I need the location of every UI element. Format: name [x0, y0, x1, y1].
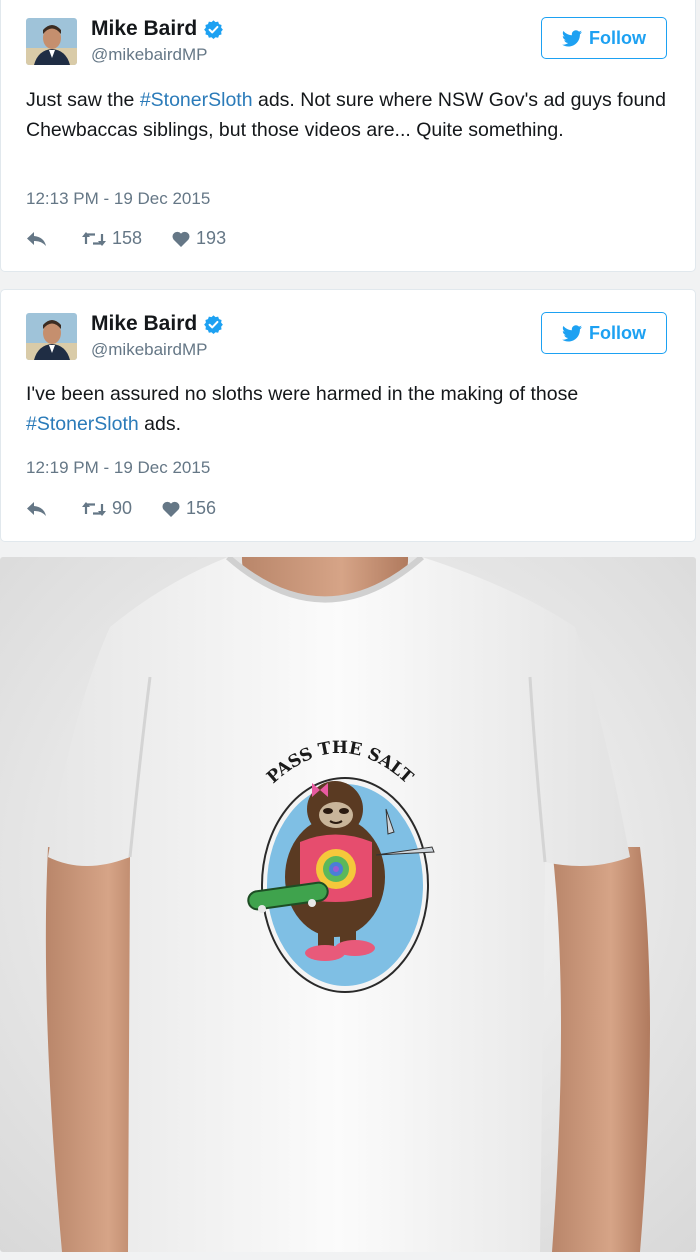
- tweet-text-part: Just saw the: [26, 89, 140, 111]
- retweet-count: 90: [112, 498, 133, 518]
- retweet-icon: [82, 501, 106, 516]
- tweet-timestamp[interactable]: 12:13 PM - 19 Dec 2015: [26, 189, 210, 209]
- tweet-text: I've been assured no sloths were harmed …: [26, 379, 671, 439]
- retweet-button[interactable]: 158: [82, 228, 142, 249]
- reply-button[interactable]: [26, 501, 48, 517]
- like-count: 156: [186, 498, 217, 518]
- tweet-timestamp[interactable]: 12:19 PM - 19 Dec 2015: [26, 458, 210, 478]
- tweet-text: Just saw the #StonerSloth ads. Not sure …: [26, 85, 671, 145]
- reply-icon: [27, 501, 46, 516]
- retweet-icon: [82, 231, 106, 246]
- tweet-text-part: I've been assured no sloths were harmed …: [26, 383, 579, 405]
- avatar[interactable]: [26, 18, 77, 65]
- follow-button[interactable]: Follow: [541, 17, 667, 59]
- like-button[interactable]: 193: [172, 228, 226, 249]
- author-handle[interactable]: @mikebairdMP: [91, 340, 207, 360]
- follow-label: Follow: [589, 27, 646, 48]
- author-name[interactable]: Mike Baird: [91, 17, 197, 41]
- follow-button[interactable]: Follow: [541, 312, 667, 354]
- heart-icon: [172, 231, 190, 247]
- avatar[interactable]: [26, 313, 77, 360]
- tweet-text-part: ads.: [138, 413, 182, 435]
- twitter-bird-icon: [562, 29, 582, 46]
- tweet-card: Mike Baird @mikebairdMP Follow Just saw …: [0, 0, 696, 272]
- follow-label: Follow: [589, 322, 646, 343]
- author-handle[interactable]: @mikebairdMP: [91, 45, 207, 65]
- tweet-actions: 90 156: [26, 498, 216, 519]
- reply-button[interactable]: [26, 231, 48, 247]
- twitter-bird-icon: [562, 324, 582, 341]
- verified-badge-icon: [204, 19, 224, 39]
- reply-icon: [27, 231, 46, 246]
- author-row[interactable]: Mike Baird: [91, 312, 224, 336]
- tweet-actions: 158 193: [26, 228, 226, 249]
- author-row[interactable]: Mike Baird: [91, 17, 224, 41]
- hashtag-link[interactable]: #StonerSloth: [26, 413, 139, 435]
- like-button[interactable]: 156: [162, 498, 216, 519]
- retweet-button[interactable]: 90: [82, 498, 132, 519]
- verified-badge-icon: [204, 314, 224, 334]
- author-name[interactable]: Mike Baird: [91, 312, 197, 336]
- like-count: 193: [196, 228, 227, 248]
- hashtag-link[interactable]: #StonerSloth: [140, 89, 253, 111]
- retweet-count: 158: [112, 228, 143, 248]
- tshirt-photo: PASS THE SALT: [0, 557, 696, 1252]
- heart-icon: [162, 501, 180, 517]
- tweet-card: Mike Baird @mikebairdMP Follow I've been…: [0, 289, 696, 542]
